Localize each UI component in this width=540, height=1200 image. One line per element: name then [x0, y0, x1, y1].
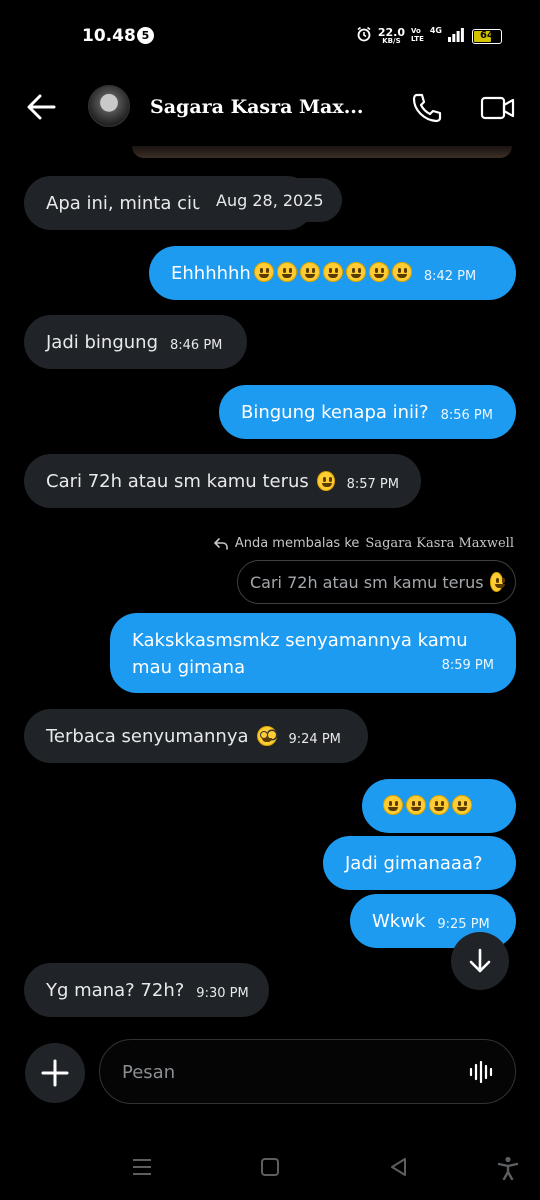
arrow-down-icon [469, 948, 491, 973]
previous-media-attachment[interactable] [132, 146, 512, 158]
message-time: 8:59 PM [441, 658, 494, 673]
video-camera-icon [480, 96, 515, 120]
message-outgoing[interactable] [362, 779, 516, 833]
recent-apps-icon[interactable] [131, 1156, 153, 1178]
grinning-face-icon [276, 262, 297, 282]
home-icon[interactable] [259, 1156, 281, 1178]
message-outgoing[interactable]: Bingung kenapa inii? 8:56 PM [219, 385, 516, 439]
message-time: 8:57 PM [346, 476, 399, 492]
message-time: 9:24 PM [288, 731, 341, 747]
back-arrow-icon [27, 94, 56, 120]
nerd-face-icon [256, 726, 277, 746]
grinning-face-icon [299, 262, 320, 282]
grinning-face-icon [429, 795, 449, 815]
message-time: 8:46 PM [170, 337, 223, 353]
voice-message-button[interactable] [469, 1060, 495, 1084]
grinning-emoji-row [251, 262, 412, 284]
message-time: 8:42 PM [423, 268, 477, 284]
reply-indicator: Anda membalas ke Sagara Kasra Maxwell [213, 536, 514, 551]
grinning-emoji-row [380, 795, 472, 817]
message-time: 9:30 PM [196, 985, 249, 1001]
video-call-button[interactable] [480, 92, 516, 124]
grinning-face-icon [452, 795, 472, 815]
status-bar: 10.48 5 22.0 KB/S Vo LTE 4G 64 [0, 0, 540, 72]
battery-icon: 64 [472, 28, 502, 44]
grinning-face-icon [345, 262, 366, 282]
net-speed: 22.0 KB/S [377, 26, 405, 45]
grinning-face-icon [368, 262, 389, 282]
message-time: 8:56 PM [440, 407, 493, 423]
reply-arrow-icon [213, 537, 228, 550]
contact-name[interactable]: Sagara Kasra Max... [150, 96, 364, 118]
message-outgoing[interactable]: Kakskkasmsmkz senyamannya kamu mau giman… [110, 613, 516, 693]
message-input[interactable] [122, 1056, 442, 1088]
volte-indicator: Vo LTE [411, 27, 424, 43]
avatar[interactable] [88, 85, 130, 127]
signal-icon [448, 27, 464, 46]
call-button[interactable] [408, 90, 444, 126]
laughing-tears-icon [489, 572, 506, 592]
message-incoming[interactable]: Yg mana? 72h? 9:30 PM [24, 963, 269, 1017]
plus-icon [41, 1059, 69, 1087]
message-outgoing[interactable]: Ehhhhhh 8:42 PM [149, 246, 516, 300]
back-button[interactable] [24, 90, 60, 124]
grinning-face-icon [406, 795, 426, 815]
message-time: 9:25 PM [437, 916, 490, 932]
grinning-face-icon [253, 262, 274, 282]
add-attachment-button[interactable] [25, 1043, 85, 1103]
quoted-message[interactable]: Cari 72h atau sm kamu terus [237, 560, 516, 604]
system-navigation-bar [0, 1140, 540, 1200]
scroll-to-bottom-button[interactable] [451, 932, 509, 990]
laughing-tears-icon [316, 471, 335, 491]
alarm-icon [356, 26, 372, 46]
message-incoming[interactable]: Terbaca senyumannya 9:24 PM [24, 709, 368, 763]
back-nav-icon[interactable] [388, 1156, 410, 1178]
message-incoming[interactable]: Cari 72h atau sm kamu terus 8:57 PM [24, 454, 421, 508]
accessibility-icon[interactable] [497, 1156, 519, 1181]
grinning-face-icon [391, 262, 412, 282]
grinning-face-icon [322, 262, 343, 282]
network-type: 4G [429, 26, 442, 35]
phone-icon [412, 93, 442, 123]
status-indicators: 22.0 KB/S Vo LTE 4G 64 [356, 24, 502, 48]
message-outgoing[interactable]: Jadi gimanaaa? [323, 836, 516, 890]
date-separator: Aug 28, 2025 [198, 178, 342, 222]
message-incoming[interactable]: Jadi bingung 8:46 PM [24, 315, 247, 369]
waveform-icon [469, 1060, 493, 1084]
notification-badge: 5 [137, 27, 154, 44]
message-composer [99, 1039, 516, 1104]
status-time: 10.48 [82, 26, 136, 46]
chat-header: Sagara Kasra Max... [0, 72, 540, 142]
grinning-face-icon [383, 795, 403, 815]
